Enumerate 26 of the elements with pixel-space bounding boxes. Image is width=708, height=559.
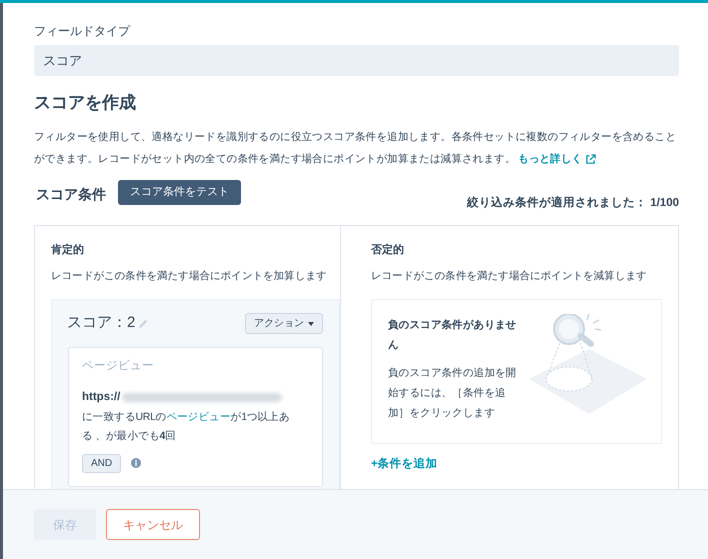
- caret-icon: [308, 322, 314, 326]
- field-type-input[interactable]: スコア: [34, 45, 679, 76]
- filter-url: https://: [82, 390, 120, 406]
- empty-text: 負のスコア条件の追加を開始するには、［条件を追加］をクリックします: [388, 366, 518, 421]
- filter-type: ページビュー: [82, 358, 155, 374]
- field-label: フィールドタイプ: [34, 23, 132, 39]
- learn-more-link[interactable]: もっと詳しく: [518, 148, 596, 170]
- description-text: フィルターを使用して、適格なリードを識別するのに役立つスコア条件を追加します。各条件セットに複数のフィルターを含めることができます。レコードがセット内の全ての条件を満たす場合にポイントが加算または減算されます。 もっと詳しく: [34, 126, 679, 170]
- filter-text: に一致するURLのページビューが1つ以上ある 、が最小でも4回: [82, 410, 291, 444]
- cancel-button[interactable]: キャンセル: [106, 509, 200, 540]
- score-value: スコア：2: [67, 313, 136, 334]
- external-link-icon: [585, 154, 596, 164]
- info-icon[interactable]: [131, 458, 142, 468]
- section-heading: スコアを作成: [34, 92, 137, 114]
- empty-title: 負のスコア条件がありません: [388, 318, 518, 353]
- and-button[interactable]: AND: [82, 454, 122, 472]
- page-view-link[interactable]: ページビュー: [166, 410, 231, 422]
- actions-button[interactable]: アクション: [245, 313, 323, 334]
- applied-count: 絞り込み条件が適用されました： 1/100: [467, 195, 679, 211]
- column-title: 否定的: [371, 242, 405, 258]
- column-title: 肯定的: [51, 242, 85, 258]
- test-button[interactable]: スコア条件をテスト: [118, 180, 241, 205]
- add-condition-link[interactable]: +条件を追加: [371, 456, 438, 474]
- column-description: レコードがこの条件を満たす場合にポイントを減算します: [371, 269, 647, 284]
- conditions-label: スコア条件: [36, 185, 106, 204]
- column-description: レコードがこの条件を満たす場合にポイントを加算します: [51, 269, 327, 284]
